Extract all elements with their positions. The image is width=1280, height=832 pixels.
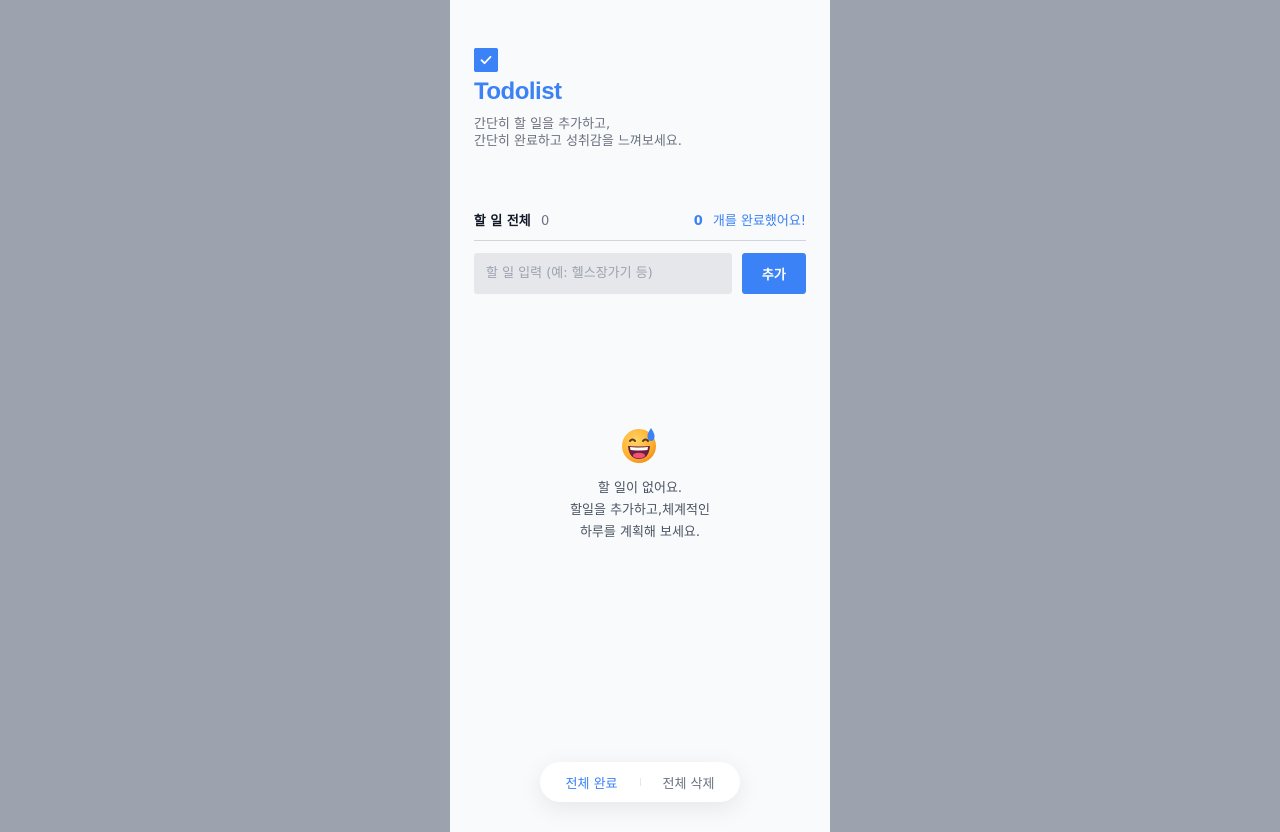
todo-summary: 할 일 전체 0 0 개를 완료했어요! xyxy=(474,210,806,229)
checkbox-check-icon xyxy=(474,48,498,72)
todo-input[interactable] xyxy=(474,253,732,294)
app-subtitle: 간단히 할 일을 추가하고, 간단히 완료하고 성취감을 느껴보세요. xyxy=(474,116,682,150)
empty-line-2: 할일을 추가하고,체계적인 xyxy=(570,503,710,518)
empty-state: 할 일이 없어요. 할일을 추가하고,체계적인 하루를 계획해 보세요. xyxy=(450,426,830,544)
empty-message: 할 일이 없어요. 할일을 추가하고,체계적인 하루를 계획해 보세요. xyxy=(570,478,710,544)
complete-all-button[interactable]: 전체 완료 xyxy=(544,773,640,792)
done-count: 0 xyxy=(693,214,703,229)
grinning-sweat-emoji-icon xyxy=(622,428,656,463)
delete-all-button[interactable]: 전체 삭제 xyxy=(641,773,737,792)
done-summary: 0 개를 완료했어요! xyxy=(694,210,806,229)
summary-divider xyxy=(474,240,806,241)
add-button[interactable]: 추가 xyxy=(742,253,806,294)
subtitle-line-2: 간단히 완료하고 성취감을 느껴보세요. xyxy=(474,134,682,149)
bottom-action-bar: 전체 완료 전체 삭제 xyxy=(540,762,740,802)
total-count: 0 xyxy=(541,214,550,229)
app-title: Todolist xyxy=(474,78,562,105)
total-summary: 할 일 전체 0 xyxy=(474,210,549,229)
total-label: 할 일 전체 xyxy=(474,214,531,229)
subtitle-line-1: 간단히 할 일을 추가하고, xyxy=(474,117,611,132)
empty-line-3: 하루를 계획해 보세요. xyxy=(579,525,701,540)
done-suffix: 개를 완료했어요! xyxy=(712,214,806,229)
todo-app-panel: Todolist 간단히 할 일을 추가하고, 간단히 완료하고 성취감을 느껴… xyxy=(450,0,830,832)
empty-line-1: 할 일이 없어요. xyxy=(597,481,683,496)
